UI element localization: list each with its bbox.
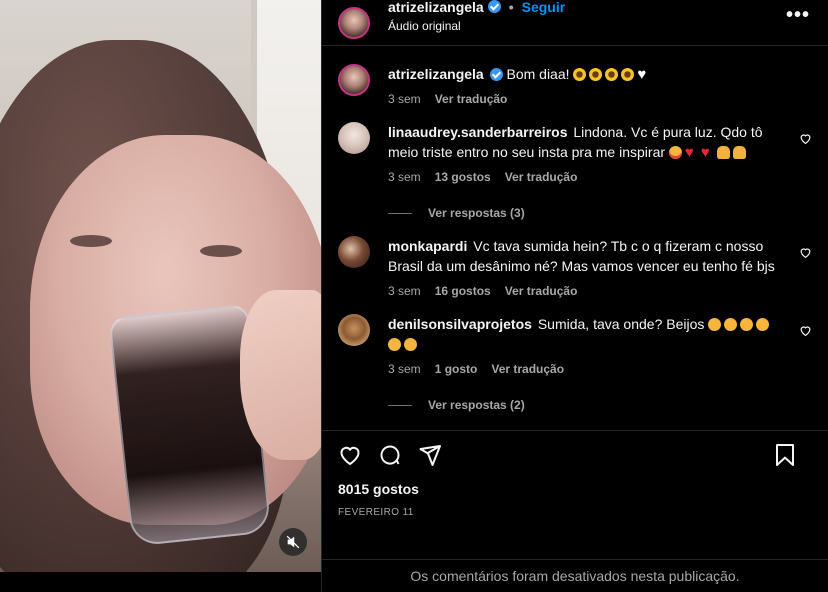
comments-disabled-note: Os comentários foram desativados nesta p… (322, 559, 828, 592)
comment-text-line: linaaudrey.sanderbarreiros Lindona. Vc é… (388, 122, 776, 163)
commenter-avatar[interactable] (338, 122, 370, 154)
caption-translate-link[interactable]: Ver tradução (435, 92, 508, 106)
verified-badge-icon (489, 68, 503, 81)
post-header: atrizelizangela • Seguir Áudio original … (322, 0, 828, 46)
caption-text-line: atrizelizangela Bom diaa! (388, 64, 776, 85)
kiss-emoji-icon (724, 318, 738, 331)
comment-time: 3 sem (388, 170, 421, 184)
header-line: atrizelizangela • Seguir (388, 0, 565, 15)
author-username[interactable]: atrizelizangela (388, 0, 484, 15)
comment-likes[interactable]: 1 gosto (435, 362, 478, 376)
share-icon (419, 445, 441, 466)
comment-like-heart-icon[interactable] (799, 246, 812, 259)
verified-badge-icon (487, 0, 501, 13)
comment-icon (380, 445, 400, 465)
comment-meta: 3 sem 13 gostos Ver tradução (388, 170, 776, 184)
bookmark-icon (776, 444, 794, 466)
comment-body: monkapardi Vc tava sumida hein? Tb c o q… (388, 236, 812, 298)
kiss-emoji-icon (756, 318, 770, 331)
replies-divider (388, 212, 412, 214)
header-text: atrizelizangela • Seguir Áudio original (388, 0, 565, 33)
kiss-emoji-icon (388, 338, 401, 351)
audio-link[interactable]: Áudio original (388, 19, 565, 33)
sunflower-emoji-icon (573, 68, 587, 81)
view-replies-label: Ver respostas (2) (428, 398, 525, 412)
kiss-emoji-icon (708, 318, 722, 331)
commenter-avatar[interactable] (338, 236, 370, 268)
caption-username[interactable]: atrizelizangela (388, 66, 484, 82)
comment-likes[interactable]: 13 gostos (435, 170, 491, 184)
caption-text: Bom diaa! (506, 66, 570, 82)
sunflower-emoji-icon (621, 68, 635, 81)
commenter-avatar[interactable] (338, 314, 370, 346)
comment-text-line: monkapardi Vc tava sumida hein? Tb c o q… (388, 236, 776, 276)
white-heart-emoji-icon (637, 65, 650, 85)
left-eye-shape (70, 235, 112, 247)
view-replies-button[interactable]: Ver respostas (3) (388, 206, 776, 220)
like-button[interactable] (338, 443, 362, 467)
raised-hands-emoji-icon (732, 146, 746, 159)
comment-translate-link[interactable]: Ver tradução (491, 362, 564, 376)
raised-hands-emoji-icon (716, 146, 730, 159)
comment-item: monkapardi Vc tava sumida hein? Tb c o q… (338, 236, 812, 298)
comment-like-heart-icon[interactable] (799, 324, 812, 337)
comment-username[interactable]: monkapardi (388, 238, 467, 254)
sunflower-emoji-icon (589, 68, 603, 81)
comment-text: Sumida, tava onde? Beijos (537, 316, 705, 332)
action-icon-row (338, 443, 812, 467)
comment-translate-link[interactable]: Ver tradução (505, 170, 578, 184)
share-button[interactable] (418, 443, 442, 467)
caption-avatar[interactable] (338, 64, 370, 96)
comment-text-line: denilsonsilvaprojetos Sumida, tava onde?… (388, 314, 776, 354)
replies-divider (388, 404, 412, 406)
right-eye-shape (200, 245, 242, 257)
follow-button[interactable]: Seguir (522, 0, 566, 15)
post-side-panel: atrizelizangela • Seguir Áudio original … (321, 0, 828, 592)
kiss-emoji-icon (740, 318, 754, 331)
post-media[interactable] (0, 0, 321, 572)
comment-body: linaaudrey.sanderbarreiros Lindona. Vc é… (388, 122, 812, 220)
caption-time: 3 sem (388, 92, 421, 106)
red-heart-emoji-icon (701, 143, 714, 163)
separator-dot: • (508, 0, 514, 15)
comment-item: linaaudrey.sanderbarreiros Lindona. Vc é… (338, 122, 812, 220)
hand-shape (240, 290, 321, 460)
comment-meta: 3 sem 1 gosto Ver tradução (388, 362, 776, 376)
comment-like-heart-icon[interactable] (799, 132, 812, 145)
sunflower-emoji-icon (605, 68, 619, 81)
caption-item: atrizelizangela Bom diaa! 3 sem Ver trad… (338, 64, 812, 106)
more-options-button[interactable]: ••• (786, 4, 810, 27)
comment-likes[interactable]: 16 gostos (435, 284, 491, 298)
author-avatar[interactable] (338, 6, 370, 39)
comment-username[interactable]: linaaudrey.sanderbarreiros (388, 124, 567, 140)
view-replies-button[interactable]: Ver respostas (2) (388, 398, 776, 412)
view-replies-label: Ver respostas (3) (428, 206, 525, 220)
comments-list[interactable]: atrizelizangela Bom diaa! 3 sem Ver trad… (322, 46, 828, 429)
caption-meta: 3 sem Ver tradução (388, 92, 776, 106)
comment-time: 3 sem (388, 284, 421, 298)
post-actions: 8015 gostos FEVEREIRO 11 (322, 430, 828, 518)
comment-username[interactable]: denilsonsilvaprojetos (388, 316, 532, 332)
comment-body: denilsonsilvaprojetos Sumida, tava onde?… (388, 314, 812, 412)
comment-translate-link[interactable]: Ver tradução (505, 284, 578, 298)
instagram-post-view: atrizelizangela • Seguir Áudio original … (0, 0, 828, 592)
heart-icon (340, 446, 360, 466)
kiss-emoji-icon (404, 338, 417, 351)
comment-button[interactable] (378, 443, 402, 467)
red-heart-emoji-icon (685, 143, 698, 163)
mute-icon (286, 535, 300, 549)
mute-button[interactable] (279, 528, 307, 556)
comment-item: denilsonsilvaprojetos Sumida, tava onde?… (338, 314, 812, 412)
comment-time: 3 sem (388, 362, 421, 376)
comment-meta: 3 sem 16 gostos Ver tradução (388, 284, 776, 298)
save-button[interactable] (774, 443, 796, 467)
post-likes-count[interactable]: 8015 gostos (338, 481, 812, 497)
star-eyes-emoji-icon (668, 146, 682, 159)
post-date: FEVEREIRO 11 (338, 507, 414, 518)
caption-body: atrizelizangela Bom diaa! 3 sem Ver trad… (388, 64, 812, 106)
